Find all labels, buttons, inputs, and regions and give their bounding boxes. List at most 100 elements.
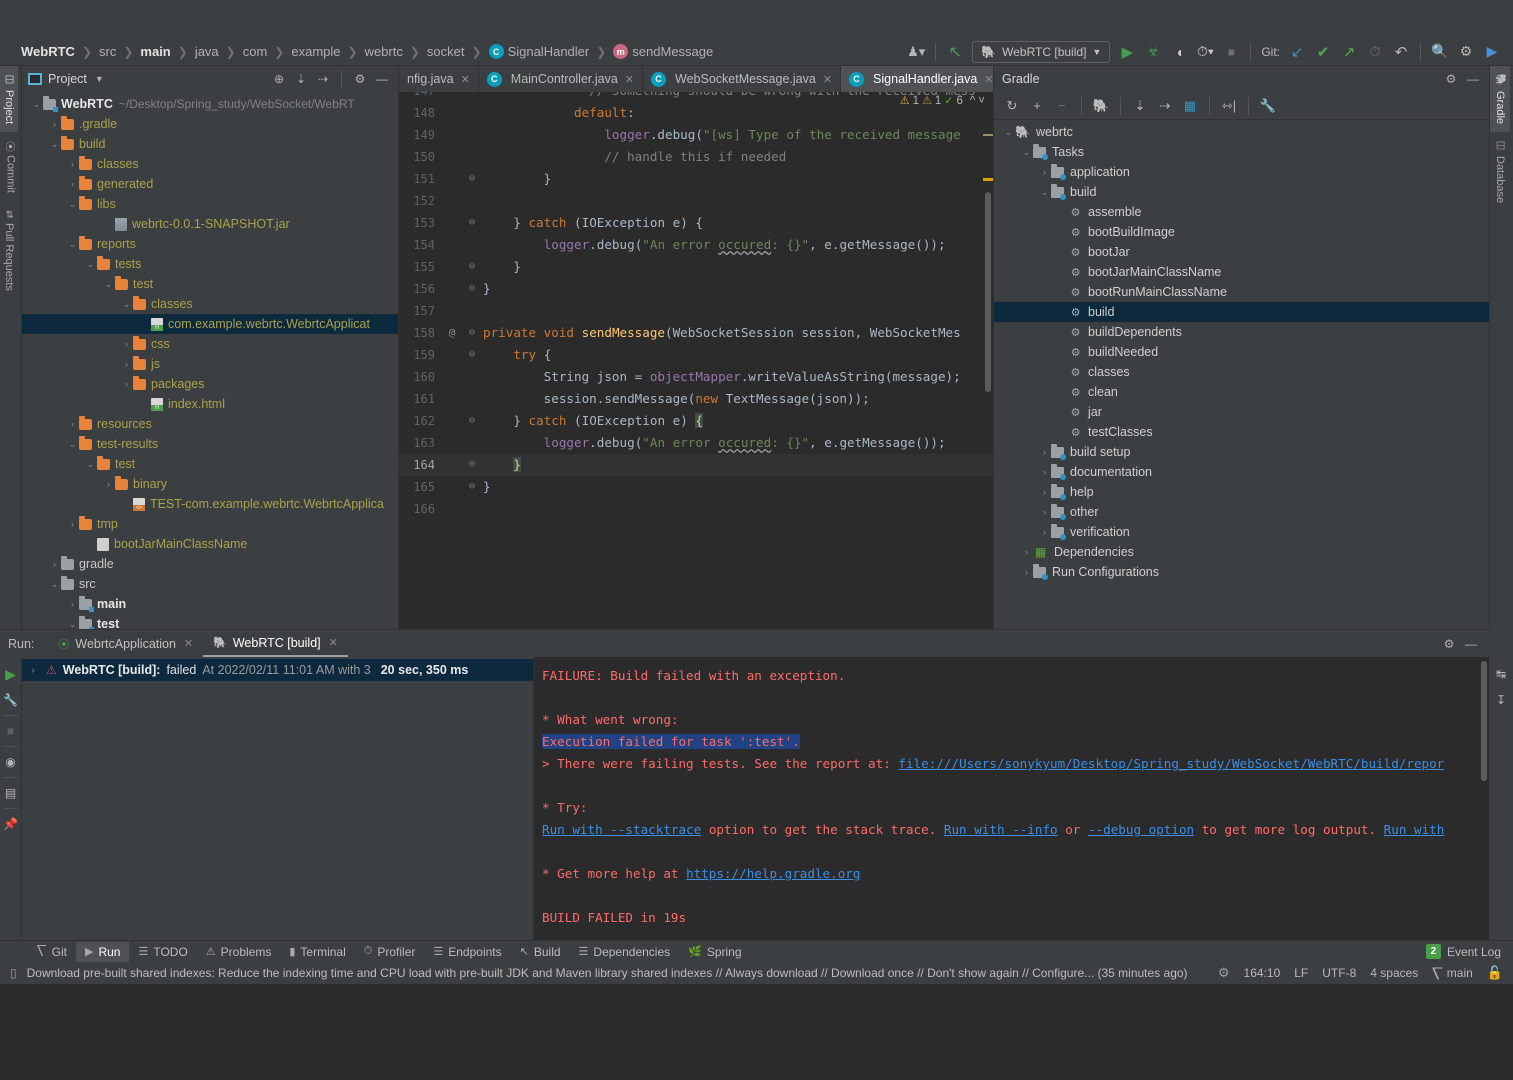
project-tree-item-test[interactable]: ⌄ test	[22, 454, 398, 474]
code-line-158[interactable]: 158 @ ⊖ private void sendMessage(WebSocketS…	[399, 322, 993, 344]
run-icon[interactable]: ▶	[1114, 40, 1140, 64]
gradle-tree-item-bootrunmainclassname[interactable]: •⚙ bootRunMainClassName	[994, 282, 1489, 302]
project-tree-root[interactable]: ⌄ WebRTC ~/Desktop/Spring_study/WebSocket/…	[22, 94, 398, 114]
gradle-tree-item-classes[interactable]: •⚙ classes	[994, 362, 1489, 382]
project-tree-item-src[interactable]: ⌄ src	[22, 574, 398, 594]
project-tree-item-test[interactable]: ⌄ test	[22, 274, 398, 294]
gradle-tree-item-clean[interactable]: •⚙ clean	[994, 382, 1489, 402]
expand-all-icon[interactable]: ⇣	[1128, 95, 1152, 117]
run-with-coverage-icon[interactable]: ◖	[1166, 40, 1192, 64]
status-message[interactable]: Download pre-built shared indexes: Reduc…	[27, 966, 1188, 980]
expand-arrow-icon[interactable]: ›	[1020, 547, 1033, 557]
code-line-164[interactable]: 164 ⊖ }	[399, 454, 993, 476]
expand-arrow-icon[interactable]: ›	[66, 599, 79, 609]
gradle-tree-item-application[interactable]: › application	[994, 162, 1489, 182]
code-line-165[interactable]: 165 ⊖}	[399, 476, 993, 498]
expand-arrow-icon[interactable]: •	[1056, 227, 1069, 237]
inspection-widget[interactable]: ⚠ 1 ⚠ 1 ✓ 6 ^ ˅	[900, 94, 985, 108]
expand-arrow-icon[interactable]: ›	[66, 519, 79, 529]
code-line-152[interactable]: 152	[399, 190, 993, 212]
project-file-tree[interactable]: ⌄ WebRTC ~/Desktop/Spring_study/WebSocket/…	[22, 92, 398, 629]
code-line-166[interactable]: 166	[399, 498, 993, 520]
gradle-tree-item-build[interactable]: •⚙ build	[994, 302, 1489, 322]
expand-arrow-icon[interactable]: •	[138, 319, 151, 329]
project-tree-item-css[interactable]: › css	[22, 334, 398, 354]
expand-arrow-icon[interactable]: ›	[1038, 507, 1051, 517]
collapse-all-icon[interactable]: ⇢	[1153, 95, 1177, 117]
project-tree-item-main[interactable]: › main	[22, 594, 398, 614]
code-line-154[interactable]: 154 logger.debug("An error occured: {}",…	[399, 234, 993, 256]
project-tree-item-reports[interactable]: ⌄ reports	[22, 234, 398, 254]
gradle-tree-item-run-configurations[interactable]: › Run Configurations	[994, 562, 1489, 582]
expand-arrow-icon[interactable]: ⌄	[84, 459, 97, 470]
expand-arrow-icon[interactable]: •	[120, 499, 133, 509]
code-line-153[interactable]: 153 ⊖ } catch (IOException e) {	[399, 212, 993, 234]
breadcrumb-item-java[interactable]: java	[188, 44, 226, 59]
breadcrumb-item-signalhandler[interactable]: C SignalHandler	[482, 44, 597, 59]
console-scroll-thumb[interactable]	[1481, 661, 1487, 781]
editor-tab-nfig-java[interactable]: nfig.java ✕	[399, 66, 479, 92]
editor-code-area[interactable]: ⚠ 1 ⚠ 1 ✓ 6 ^ ˅ 147 // something should …	[399, 92, 993, 629]
gradle-tree-item-tasks[interactable]: ⌄ Tasks	[994, 142, 1489, 162]
tool-window-tab-profiler[interactable]: ⏱ Profiler	[355, 942, 425, 962]
close-icon[interactable]: ✕	[823, 73, 832, 86]
expand-arrow-icon[interactable]: •	[138, 399, 151, 409]
chevron-down-icon[interactable]: ▼	[95, 74, 104, 84]
expand-arrow-icon[interactable]: ⌄	[1002, 127, 1015, 138]
collapse-all-icon[interactable]: ⇢	[313, 69, 333, 89]
console-debug-link[interactable]: --debug option	[1088, 822, 1194, 837]
code-fold-icon[interactable]: ⊖	[461, 344, 483, 366]
tool-window-tab-build[interactable]: ↖ Build	[511, 942, 570, 962]
gradle-task-tree[interactable]: ⌄🐘webrtc⌄Tasks›application⌄build•⚙assemb…	[994, 120, 1489, 629]
gradle-tree-item-dependencies[interactable]: › ▦ Dependencies	[994, 542, 1489, 562]
project-tree-item-test-results[interactable]: ⌄ test-results	[22, 434, 398, 454]
expand-arrow-icon[interactable]: ⌄	[102, 279, 115, 290]
build-console-output[interactable]: FAILURE: Build failed with an exception.…	[534, 657, 1489, 940]
line-separator[interactable]: LF	[1294, 966, 1308, 980]
close-icon[interactable]: ✕	[184, 637, 193, 650]
git-branch-widget[interactable]: ⎲ main	[1432, 966, 1473, 981]
expand-arrow-icon[interactable]: ⌄	[66, 199, 79, 210]
remove-gradle-project-icon[interactable]: −	[1050, 95, 1074, 117]
code-line-155[interactable]: 155 ⊖ }	[399, 256, 993, 278]
soft-wrap-icon[interactable]: ↹	[1490, 663, 1512, 685]
expand-arrow-icon[interactable]: ⌄	[66, 239, 79, 250]
code-line-160[interactable]: 160 String json = objectMapper.writeValu…	[399, 366, 993, 388]
gradle-tree-item-buildneeded[interactable]: •⚙ buildNeeded	[994, 342, 1489, 362]
ide-assistant-icon[interactable]: ▶	[1479, 40, 1505, 64]
expand-arrow-icon[interactable]: •	[1056, 427, 1069, 437]
expand-arrow-icon[interactable]: ›	[1038, 447, 1051, 457]
project-tree-item-js[interactable]: › js	[22, 354, 398, 374]
project-tree-item-classes[interactable]: › classes	[22, 154, 398, 174]
tool-window-tab-run[interactable]: ▶ Run	[75, 941, 130, 962]
project-tree-item-test[interactable]: ⌄ test	[22, 614, 398, 629]
expand-arrow-icon[interactable]: •	[102, 219, 115, 229]
project-tree-item-binary[interactable]: › binary	[22, 474, 398, 494]
close-icon[interactable]: ✕	[984, 73, 993, 86]
git-commit-icon[interactable]: ✔	[1310, 40, 1336, 64]
indent-setting[interactable]: 4 spaces	[1370, 966, 1418, 980]
tool-window-tab-terminal[interactable]: ▮ Terminal	[280, 942, 354, 962]
code-line-159[interactable]: 159 ⊖ try {	[399, 344, 993, 366]
gradle-tree-item-build-setup[interactable]: › build setup	[994, 442, 1489, 462]
project-tree-item-classes[interactable]: ⌄ classes	[22, 294, 398, 314]
toggle-tasks-icon[interactable]: ◉	[0, 749, 22, 775]
rerun-icon[interactable]: ▶	[0, 661, 22, 687]
gradle-tree-item-verification[interactable]: › verification	[994, 522, 1489, 542]
tool-window-tab-spring[interactable]: 🌿 Spring	[679, 942, 750, 962]
inspections-icon[interactable]: ⚙	[1218, 965, 1230, 981]
hide-panel-icon[interactable]: —	[372, 69, 392, 89]
execute-gradle-task-icon[interactable]: 🐘	[1089, 95, 1113, 117]
breadcrumb-item-sendmessage[interactable]: m sendMessage	[606, 44, 720, 59]
expand-arrow-icon[interactable]: ⌄	[84, 259, 97, 270]
expand-arrow-icon[interactable]: ›	[66, 159, 79, 169]
tool-window-tab-todo[interactable]: ☰ TODO	[129, 942, 196, 962]
editor-tab-websocketmessage-java[interactable]: C WebSocketMessage.java ✕	[643, 66, 842, 92]
code-line-157[interactable]: 157	[399, 300, 993, 322]
breadcrumb-item-com[interactable]: com	[236, 44, 275, 59]
previous-highlight-icon[interactable]: ^	[970, 95, 975, 107]
expand-arrow-icon[interactable]: ⌄	[1020, 147, 1033, 158]
hide-run-panel-icon[interactable]: —	[1461, 634, 1481, 654]
breadcrumb-item-webrtc[interactable]: WebRTC	[14, 44, 82, 59]
stop-icon[interactable]: ■	[1218, 40, 1244, 64]
